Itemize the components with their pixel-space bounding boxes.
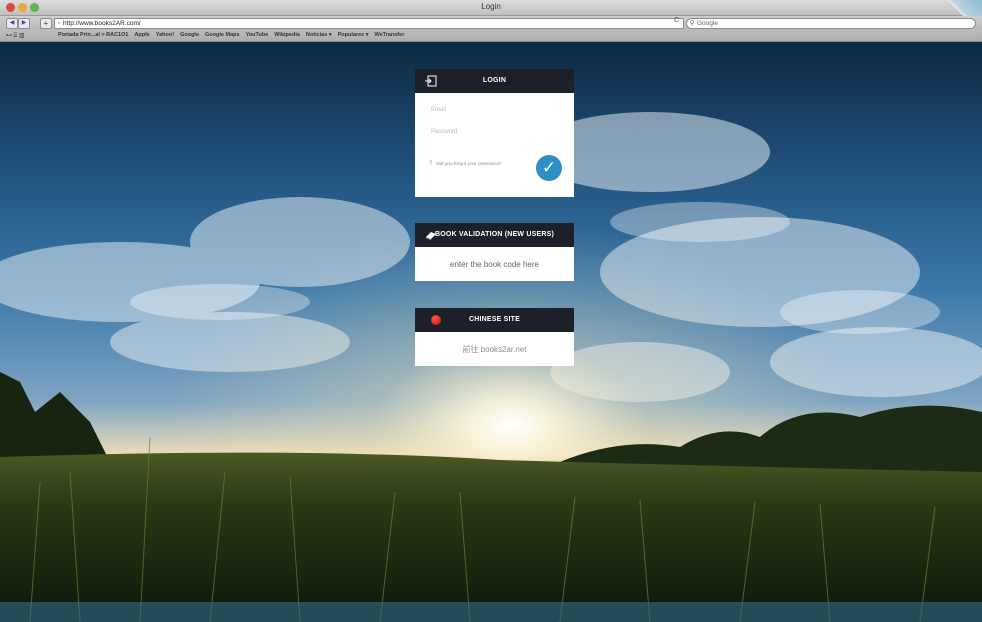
bookmark-item[interactable]: Populares ▾: [338, 32, 369, 38]
search-icon: ⚲: [689, 20, 695, 27]
bookmarks-icons[interactable]: ⊷ ⌸ ▥: [6, 32, 25, 40]
bookmark-item[interactable]: Apple: [134, 32, 149, 38]
page-icon: ▫: [57, 20, 61, 27]
question-icon: ?: [429, 161, 433, 167]
bookmark-item[interactable]: Yahoo!: [156, 32, 174, 38]
login-card-header: LOGIN: [415, 69, 574, 93]
reload-icon[interactable]: C: [674, 17, 679, 24]
book-code-input[interactable]: [415, 247, 574, 281]
bookmark-item[interactable]: Google Maps: [205, 32, 240, 38]
forgot-password-link[interactable]: ? Did you forgot your password?: [429, 161, 501, 167]
login-submit-button[interactable]: ✓: [536, 155, 562, 181]
add-bookmark-button[interactable]: +: [40, 18, 52, 29]
bookmark-item[interactable]: Google: [180, 32, 199, 38]
book-validation-header: BOOK VALIDATION (NEW USERS): [415, 223, 574, 247]
book-validation-title: BOOK VALIDATION (NEW USERS): [434, 231, 555, 238]
password-field[interactable]: Password: [431, 129, 541, 135]
search-placeholder: Google: [697, 20, 718, 27]
bookmark-item[interactable]: Wikipedia: [274, 32, 300, 38]
title-bar: Login: [0, 0, 982, 16]
chinese-site-link[interactable]: 前往 books2ar.net: [415, 344, 574, 355]
chinese-site-title: CHINESE SITE: [468, 316, 521, 323]
login-title: LOGIN: [482, 77, 507, 84]
browser-window: Login ◀ ▶ + ▫ http://www.books2AR.com/ C …: [0, 0, 982, 622]
forward-button[interactable]: ▶: [18, 18, 30, 29]
bookmark-item[interactable]: WeTransfer: [374, 32, 404, 38]
address-bar[interactable]: ▫ http://www.books2AR.com/: [54, 18, 684, 29]
search-field[interactable]: ⚲ Google: [686, 18, 976, 29]
bookmark-item[interactable]: Noticias ▾: [306, 32, 332, 38]
chinese-site-card: CHINESE SITE 前往 books2ar.net: [415, 308, 574, 366]
email-field[interactable]: Email: [431, 107, 541, 113]
browser-toolbar: ◀ ▶ + ▫ http://www.books2AR.com/ C ⚲ Googl…: [0, 16, 982, 30]
bookmark-item[interactable]: Portada Prin...al > RAC1O1: [58, 32, 128, 38]
chinese-site-header: CHINESE SITE: [415, 308, 574, 332]
address-url: http://www.books2AR.com/: [63, 20, 141, 27]
bookmark-item[interactable]: YouTube: [246, 32, 269, 38]
back-button[interactable]: ◀: [6, 18, 18, 29]
bookmarks-bar: ⊷ ⌸ ▥ Portada Prin...al > RAC1O1 Apple Y…: [0, 30, 982, 42]
forgot-password-text: Did you forgot your password?: [436, 162, 502, 167]
login-card: LOGIN Email Password ? Did you forgot you…: [415, 69, 574, 197]
window-title: Login: [481, 2, 501, 11]
book-validation-card: BOOK VALIDATION (NEW USERS): [415, 223, 574, 281]
login-form: Email Password ? Did you forgot your pass…: [415, 93, 574, 197]
